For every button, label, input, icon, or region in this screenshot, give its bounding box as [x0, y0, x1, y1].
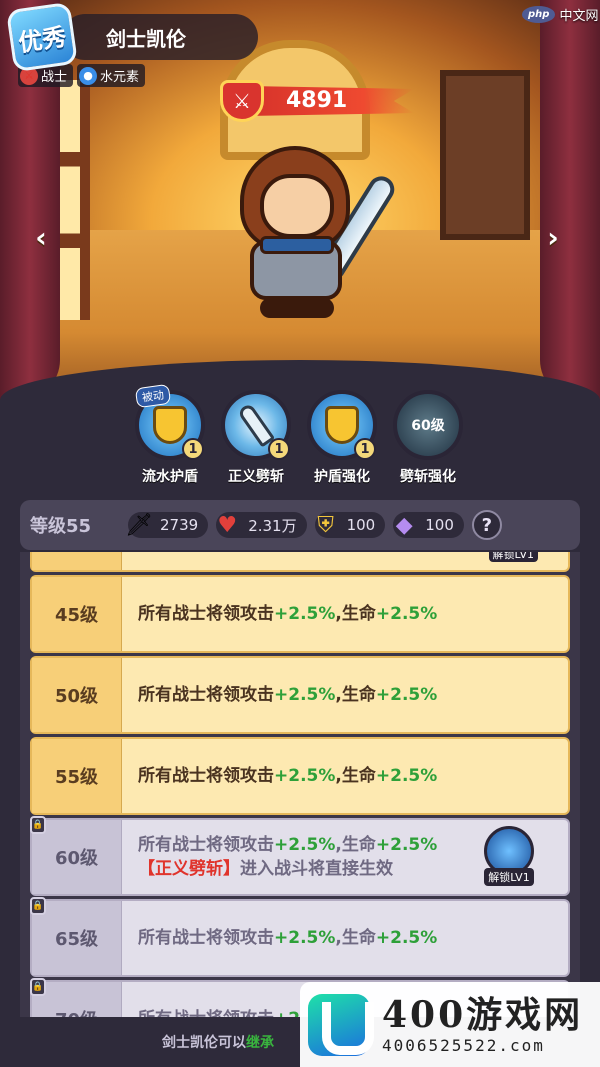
- lock-icon: 🔒: [30, 816, 46, 834]
- lock-icon: 🔒: [30, 978, 46, 996]
- level-row: 55级 所有战士将领攻击+2.5%,生命+2.5%: [30, 737, 570, 815]
- skill-name: 正义劈斩: [228, 469, 284, 485]
- level-bonus-text: 所有战士将领攻击+2.5%,生命+2.5%: [138, 928, 438, 948]
- level-number: 50级: [32, 658, 122, 732]
- site-watermark: 400游戏网 4006525522.com: [300, 982, 600, 1067]
- sword-stat-icon: 🗡: [125, 512, 153, 538]
- skill-level-badge: 1: [268, 438, 290, 460]
- prev-hero-arrow-icon[interactable]: ‹: [28, 221, 54, 254]
- defense-stat: ⛨ 100: [314, 512, 386, 538]
- level-row: 50级 所有战士将领攻击+2.5%,生命+2.5%: [30, 656, 570, 734]
- crystal-icon: ◆: [395, 512, 413, 538]
- skill-level-badge: 1: [182, 438, 204, 460]
- unlock-skill-badge: 解锁LV1: [480, 826, 538, 890]
- crystal-value: 100: [425, 516, 454, 534]
- water-drop-icon: ●: [79, 66, 98, 85]
- footer-text: 剑士凯伦可以继承: [162, 1035, 274, 1051]
- stats-bar: 等级55 🗡 2739 ♥ 2.31万 ⛨ 100 ◆ 100 ?: [20, 500, 580, 550]
- skill-level-badge: 1: [354, 438, 376, 460]
- skill-lock-level: 60级: [411, 418, 445, 434]
- slash-upgrade-skill-icon: 60级: [393, 390, 463, 460]
- hp-value: 2.31万: [248, 516, 297, 535]
- hero-feet: [260, 298, 334, 318]
- hero-name: 剑士凯伦: [106, 26, 186, 51]
- level-row-locked: 🔒 65级 所有战士将领攻击+2.5%,生命+2.5%: [30, 897, 570, 977]
- next-hero-arrow-icon[interactable]: ›: [540, 221, 566, 254]
- site-name: 400游戏网: [382, 994, 584, 1036]
- hero-name-plate: 剑士凯伦: [62, 14, 258, 60]
- site-logo-icon: [308, 993, 374, 1056]
- list-row-partial: 解锁LV1: [30, 552, 570, 572]
- hp-stat: ♥ 2.31万: [216, 512, 307, 538]
- combat-power: 4891 ⚔: [220, 80, 420, 122]
- skill-name: 流水护盾: [142, 469, 198, 485]
- level-number: 55级: [32, 739, 122, 813]
- heart-icon: ♥: [217, 512, 238, 538]
- lock-icon: 🔒: [30, 897, 46, 915]
- element-tag: ● 水元素: [77, 64, 146, 87]
- combat-power-value: 4891: [246, 86, 414, 116]
- hero-scarf: [260, 236, 334, 254]
- level-row-locked: 🔒 60级 所有战士将领攻击+2.5%,生命+2.5% 【正义劈斩】进入战斗将直…: [30, 816, 570, 896]
- power-shield-icon: ⚔: [220, 80, 264, 122]
- crystal-stat: ◆ 100: [393, 512, 464, 538]
- defense-value: 100: [346, 516, 376, 534]
- attack-value: 2739: [160, 516, 199, 534]
- level-bonus-text: 所有战士将领攻击+2.5%,生命+2.5%: [138, 604, 438, 624]
- level-bonus-text: 所有战士将领攻击+2.5%,生命+2.5%: [138, 766, 438, 786]
- level-bonus-list[interactable]: 解锁LV1 45级 所有战士将领攻击+2.5%,生命+2.5% 50级 所有战士…: [20, 552, 580, 1017]
- hero-level: 等级55: [30, 516, 92, 537]
- unlock-label: 解锁LV1: [488, 552, 538, 562]
- shield-stat-icon: ⛨: [317, 512, 334, 538]
- skill-item-shield-upgrade[interactable]: 1 护盾强化: [302, 390, 382, 490]
- skill-name: 劈斩强化: [400, 469, 456, 485]
- rank-badge: 优秀: [5, 1, 79, 73]
- skill-item-slash-upgrade[interactable]: 60级 劈斩强化: [388, 390, 468, 490]
- unlock-label: 解锁LV1: [484, 868, 534, 886]
- rank-label: 优秀: [16, 22, 69, 57]
- help-button[interactable]: ?: [471, 510, 502, 540]
- skill-list: 被动 1 流水护盾 1 正义劈斩 1 护盾强化 60级 劈斩强化: [130, 383, 470, 490]
- level-row: 45级 所有战士将领攻击+2.5%,生命+2.5%: [30, 575, 570, 653]
- element-tag-label: 水元素: [100, 70, 140, 85]
- site-url: 4006525522.com: [382, 1036, 545, 1055]
- php-watermark: php 中文网: [522, 5, 598, 24]
- level-bonus-text: 所有战士将领攻击+2.5%,生命+2.5%: [138, 685, 438, 705]
- scene-curtain-right: [540, 0, 600, 400]
- hero-face: [260, 174, 334, 238]
- level-number: 45级: [32, 577, 122, 651]
- php-logo: php: [522, 6, 556, 23]
- skill-item-slash[interactable]: 1 正义劈斩: [216, 390, 296, 490]
- skill-name: 护盾强化: [314, 469, 370, 485]
- skill-item-shield[interactable]: 被动 1 流水护盾: [130, 383, 210, 490]
- hero-character: [226, 140, 400, 320]
- class-tag-label: 战士: [41, 70, 68, 85]
- php-watermark-text: 中文网: [559, 9, 599, 24]
- scene-shelf: [440, 70, 530, 240]
- attack-stat: 🗡 2739: [125, 512, 209, 538]
